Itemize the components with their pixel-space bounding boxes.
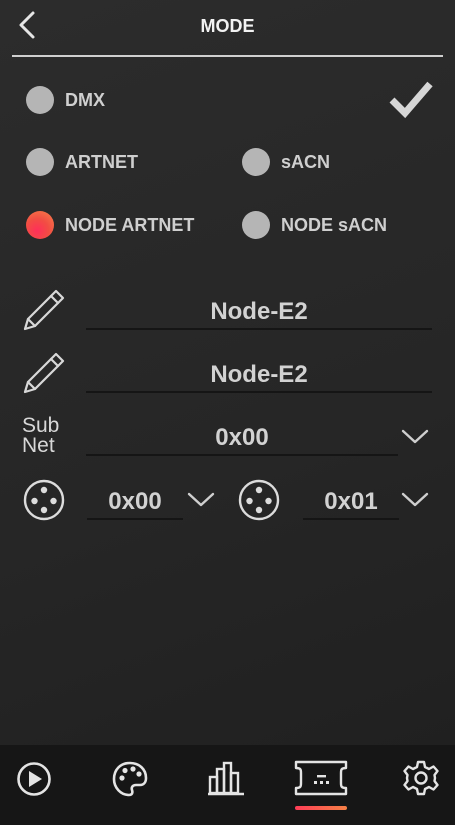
- chevron-down-icon[interactable]: [186, 489, 216, 509]
- subnet-label-line2: Net: [22, 434, 55, 457]
- universe-1-value: 0x00: [108, 488, 162, 515]
- chevron-down-icon[interactable]: [400, 426, 430, 446]
- page-title: MODE: [200, 16, 255, 36]
- node-name-field[interactable]: Node-E2: [86, 290, 432, 330]
- short-name-value: Node-E2: [210, 361, 308, 388]
- radio-icon: [26, 86, 54, 114]
- mode-option-artnet[interactable]: ARTNET: [26, 148, 138, 176]
- radio-icon: [242, 148, 270, 176]
- header-divider: [12, 55, 443, 57]
- mode-option-dmx[interactable]: DMX: [26, 86, 105, 114]
- mode-option-label: NODE sACN: [281, 214, 388, 235]
- mode-option-label: DMX: [65, 89, 105, 110]
- subnet-label: Sub Net: [22, 414, 60, 457]
- universe-2-select[interactable]: 0x01: [303, 480, 399, 520]
- xlr-connector-icon: [23, 479, 65, 521]
- bar-chart-icon[interactable]: [207, 759, 245, 797]
- palette-icon[interactable]: [111, 760, 149, 798]
- subnet-value: 0x00: [215, 424, 269, 451]
- universe-2-value: 0x01: [324, 488, 378, 515]
- radio-icon: [26, 148, 54, 176]
- subnet-select[interactable]: 0x00: [86, 416, 398, 456]
- universe-1-select[interactable]: 0x00: [87, 480, 183, 520]
- xlr-connector-icon: [238, 479, 280, 521]
- radio-selected-icon: [26, 211, 54, 239]
- active-tab-indicator: [295, 806, 347, 810]
- chevron-down-icon[interactable]: [400, 489, 430, 509]
- node-name-value: Node-E2: [210, 298, 308, 325]
- node-icon[interactable]: [294, 760, 348, 796]
- mode-option-sacn[interactable]: sACN: [242, 148, 330, 176]
- radio-icon: [242, 211, 270, 239]
- play-icon[interactable]: [16, 761, 52, 797]
- mode-option-label: NODE ARTNET: [65, 214, 195, 235]
- checkmark-icon[interactable]: [387, 78, 435, 120]
- mode-option-node-artnet[interactable]: NODE ARTNET: [26, 211, 194, 239]
- settings-icon[interactable]: [403, 760, 439, 796]
- pencil-icon[interactable]: [21, 350, 67, 396]
- short-name-field[interactable]: Node-E2: [86, 353, 432, 393]
- pencil-icon[interactable]: [21, 287, 67, 333]
- mode-option-label: ARTNET: [65, 151, 138, 172]
- subnet-label-line1: Sub: [22, 414, 60, 437]
- mode-option-label: sACN: [281, 151, 331, 172]
- mode-option-node-sacn[interactable]: NODE sACN: [242, 211, 387, 239]
